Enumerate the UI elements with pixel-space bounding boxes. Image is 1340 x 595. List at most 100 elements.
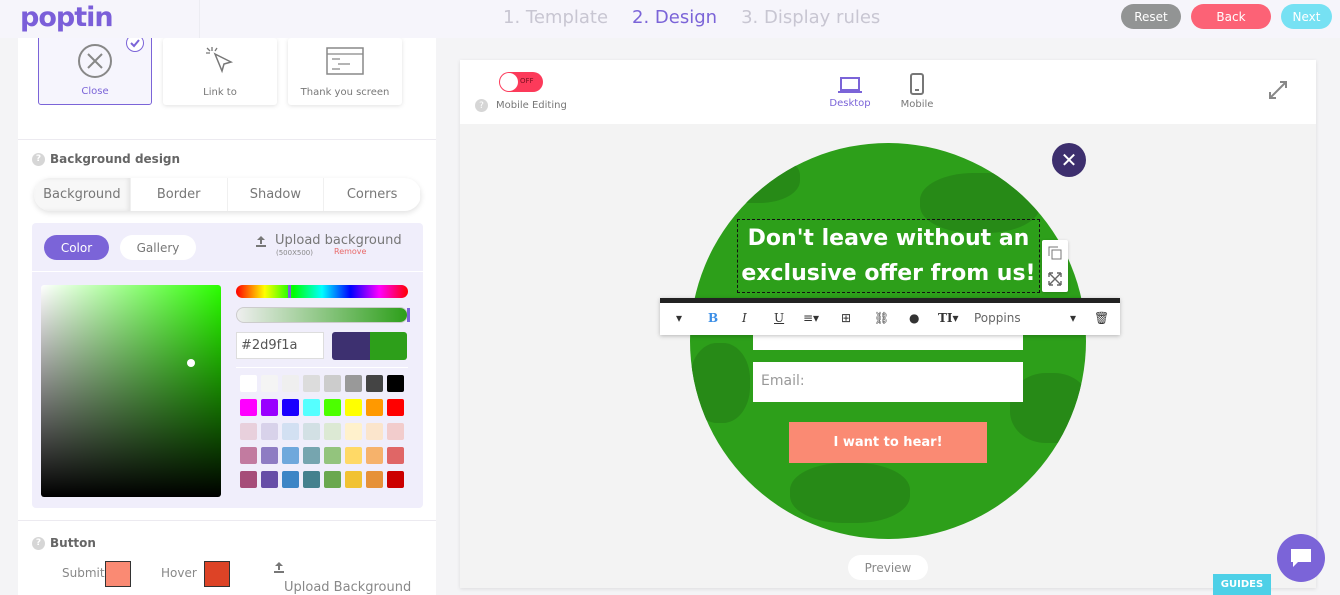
step-design[interactable]: 2. Design (632, 7, 717, 28)
color-swatch[interactable] (282, 447, 299, 464)
mobile-editing-toggle[interactable]: OFF (499, 72, 543, 92)
hover-color-swatch[interactable] (204, 561, 230, 587)
gallery-mode-button[interactable]: Gallery (120, 235, 196, 260)
step-display-rules[interactable]: 3. Display rules (741, 7, 880, 28)
bold-button[interactable]: B (708, 311, 718, 325)
color-swatch[interactable] (387, 375, 404, 392)
color-swatch[interactable] (240, 423, 257, 440)
color-swatch[interactable] (387, 471, 404, 488)
help-icon[interactable]: ? (32, 536, 45, 550)
upload-button-background-link[interactable]: Upload Background (284, 580, 411, 595)
color-swatch[interactable] (366, 399, 383, 416)
guides-button[interactable]: GUIDES (1213, 574, 1271, 595)
color-swatch[interactable] (303, 399, 320, 416)
resize-icon[interactable] (1048, 272, 1062, 286)
color-swatch[interactable] (324, 423, 341, 440)
color-swatch[interactable] (240, 399, 257, 416)
color-swatch[interactable] (366, 447, 383, 464)
caret-down-icon[interactable]: ▾ (676, 311, 682, 325)
color-swatch[interactable] (282, 375, 299, 392)
color-mode-button[interactable]: Color (44, 235, 109, 260)
color-swatch[interactable] (303, 375, 320, 392)
saturation-picker[interactable] (41, 285, 221, 497)
hex-input[interactable]: #2d9f1a (236, 332, 324, 359)
color-swatch[interactable] (324, 399, 341, 416)
color-swatch[interactable] (366, 471, 383, 488)
color-swatch[interactable] (282, 471, 299, 488)
action-thank-you[interactable]: Thank you screen (288, 38, 402, 105)
color-swatch[interactable] (240, 447, 257, 464)
email-field[interactable]: Email: (753, 362, 1023, 402)
color-swatch[interactable] (387, 399, 404, 416)
step-template[interactable]: 1. Template (503, 7, 608, 28)
color-swatch[interactable] (303, 423, 320, 440)
picker-handle[interactable] (187, 359, 195, 367)
color-swatch[interactable] (261, 471, 278, 488)
link-icon[interactable]: ⛓ (874, 311, 889, 325)
color-swatch[interactable] (345, 399, 362, 416)
color-swatch[interactable] (303, 447, 320, 464)
hue-handle[interactable] (288, 285, 291, 298)
color-swatch[interactable] (240, 375, 257, 392)
color-swatch[interactable] (324, 471, 341, 488)
reset-button[interactable]: Reset (1121, 4, 1181, 29)
upload-icon[interactable] (273, 561, 285, 573)
popup-headline[interactable]: Don't leave without an exclusive offer f… (737, 219, 1040, 293)
italic-button[interactable]: I (742, 311, 747, 325)
color-swatch[interactable] (324, 375, 341, 392)
upload-background-link[interactable]: Upload background (275, 233, 402, 248)
back-button[interactable]: Back (1191, 4, 1271, 29)
text-format-toolbar: ▾ B I U ≡▾ ⊞ ⛓ ● TI▾ Poppins ▾ 🗑 (660, 298, 1120, 335)
font-dropdown-caret-icon[interactable]: ▾ (1070, 311, 1076, 325)
help-icon[interactable]: ? (32, 152, 45, 166)
upload-icon[interactable] (255, 235, 267, 247)
action-link-to[interactable]: Link to (163, 38, 277, 105)
color-swatch[interactable] (387, 423, 404, 440)
color-swatch[interactable] (345, 447, 362, 464)
color-swatch[interactable] (261, 375, 278, 392)
expand-icon[interactable] (1268, 80, 1288, 100)
color-swatch[interactable] (345, 423, 362, 440)
vertical-align-icon[interactable]: ⊞ (841, 311, 851, 325)
tab-border[interactable]: Border (131, 178, 228, 211)
help-icon[interactable]: ? (475, 99, 488, 112)
color-swatch[interactable] (282, 399, 299, 416)
cta-button[interactable]: I want to hear! (789, 422, 987, 463)
remove-link[interactable]: Remove (334, 247, 366, 256)
color-swatch[interactable] (303, 471, 320, 488)
color-swatch[interactable] (240, 471, 257, 488)
tab-background[interactable]: Background (34, 178, 131, 211)
tab-corners[interactable]: Corners (324, 178, 421, 211)
submit-color-swatch[interactable] (105, 561, 131, 587)
preview-button[interactable]: Preview (848, 555, 928, 580)
mobile-view-button[interactable]: Mobile (896, 73, 938, 110)
align-icon[interactable]: ≡▾ (803, 311, 819, 325)
alpha-handle[interactable] (407, 308, 410, 322)
trash-icon[interactable]: 🗑 (1094, 311, 1109, 325)
color-swatch[interactable] (387, 447, 404, 464)
color-swatch[interactable] (261, 399, 278, 416)
color-swatch[interactable] (261, 447, 278, 464)
desktop-view-button[interactable]: Desktop (828, 76, 872, 109)
color-swatch[interactable] (261, 423, 278, 440)
background-tabs: Background Border Shadow Corners (34, 178, 421, 211)
action-close[interactable]: Close (38, 38, 152, 105)
color-swatch[interactable] (345, 471, 362, 488)
tab-shadow[interactable]: Shadow (228, 178, 325, 211)
color-swatch[interactable] (282, 423, 299, 440)
next-button[interactable]: Next (1281, 4, 1332, 29)
alpha-slider[interactable] (236, 307, 410, 323)
font-size-button[interactable]: TI▾ (938, 311, 959, 325)
color-swatch[interactable] (366, 423, 383, 440)
popup-close-button[interactable]: ✕ (1052, 143, 1086, 177)
mobile-editing-label: Mobile Editing (496, 100, 567, 111)
underline-button[interactable]: U (774, 311, 784, 325)
color-swatch[interactable] (345, 375, 362, 392)
color-swatch[interactable] (324, 447, 341, 464)
hue-slider[interactable] (236, 285, 408, 298)
color-swatch[interactable] (366, 375, 383, 392)
chat-button[interactable] (1277, 534, 1325, 582)
color-drop-icon[interactable]: ● (909, 311, 919, 325)
duplicate-icon[interactable] (1048, 246, 1062, 260)
font-select[interactable]: Poppins (974, 311, 1021, 325)
